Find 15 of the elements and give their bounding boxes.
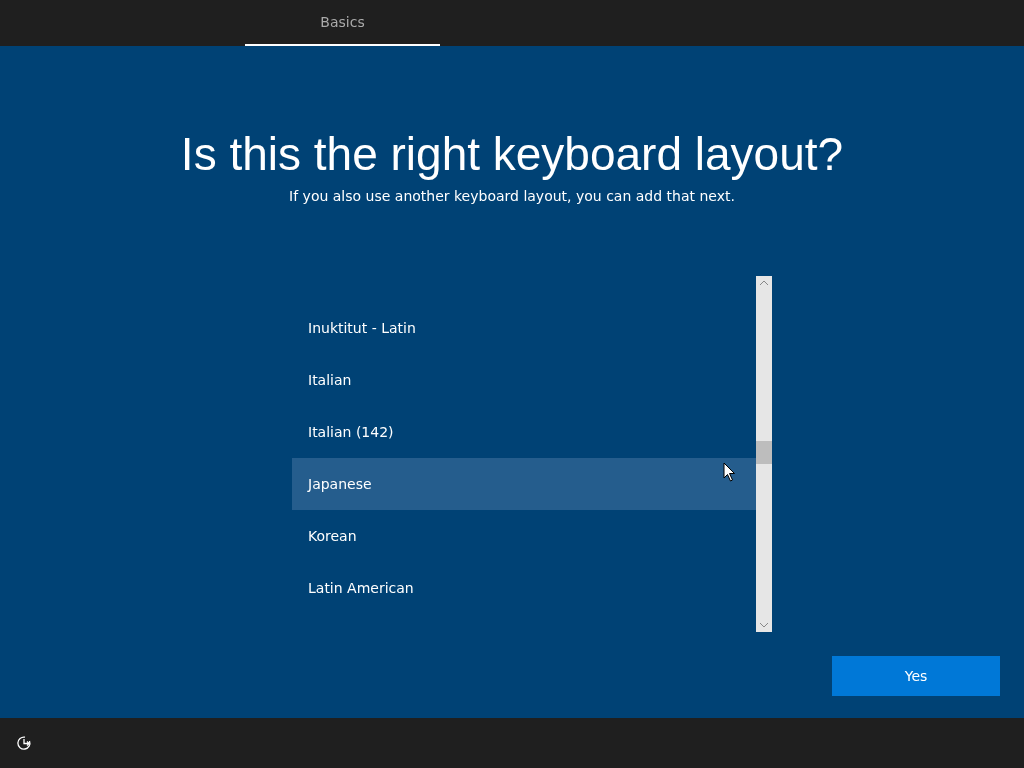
scrollbar[interactable] [756, 276, 772, 632]
page-subheading: If you also use another keyboard layout, you can add that next. [289, 187, 735, 206]
layout-list-item[interactable]: Latin American [292, 562, 756, 614]
scroll-up-icon[interactable] [759, 280, 769, 286]
layout-list-item[interactable]: Korean [292, 510, 756, 562]
layout-list-item[interactable]: Italian [292, 354, 756, 406]
layout-list-item[interactable]: Inuktitut - Latin [292, 302, 756, 354]
layout-list-item[interactable]: Japanese [292, 458, 756, 510]
scrollbar-thumb[interactable] [756, 441, 772, 464]
page-heading: Is this the right keyboard layout? [180, 127, 844, 182]
accessibility-icon[interactable] [16, 735, 32, 751]
mouse-pointer-icon [723, 462, 736, 482]
scroll-down-icon[interactable] [759, 622, 769, 628]
layout-list-item[interactable]: Italian (142) [292, 406, 756, 458]
yes-button[interactable]: Yes [832, 656, 1000, 696]
